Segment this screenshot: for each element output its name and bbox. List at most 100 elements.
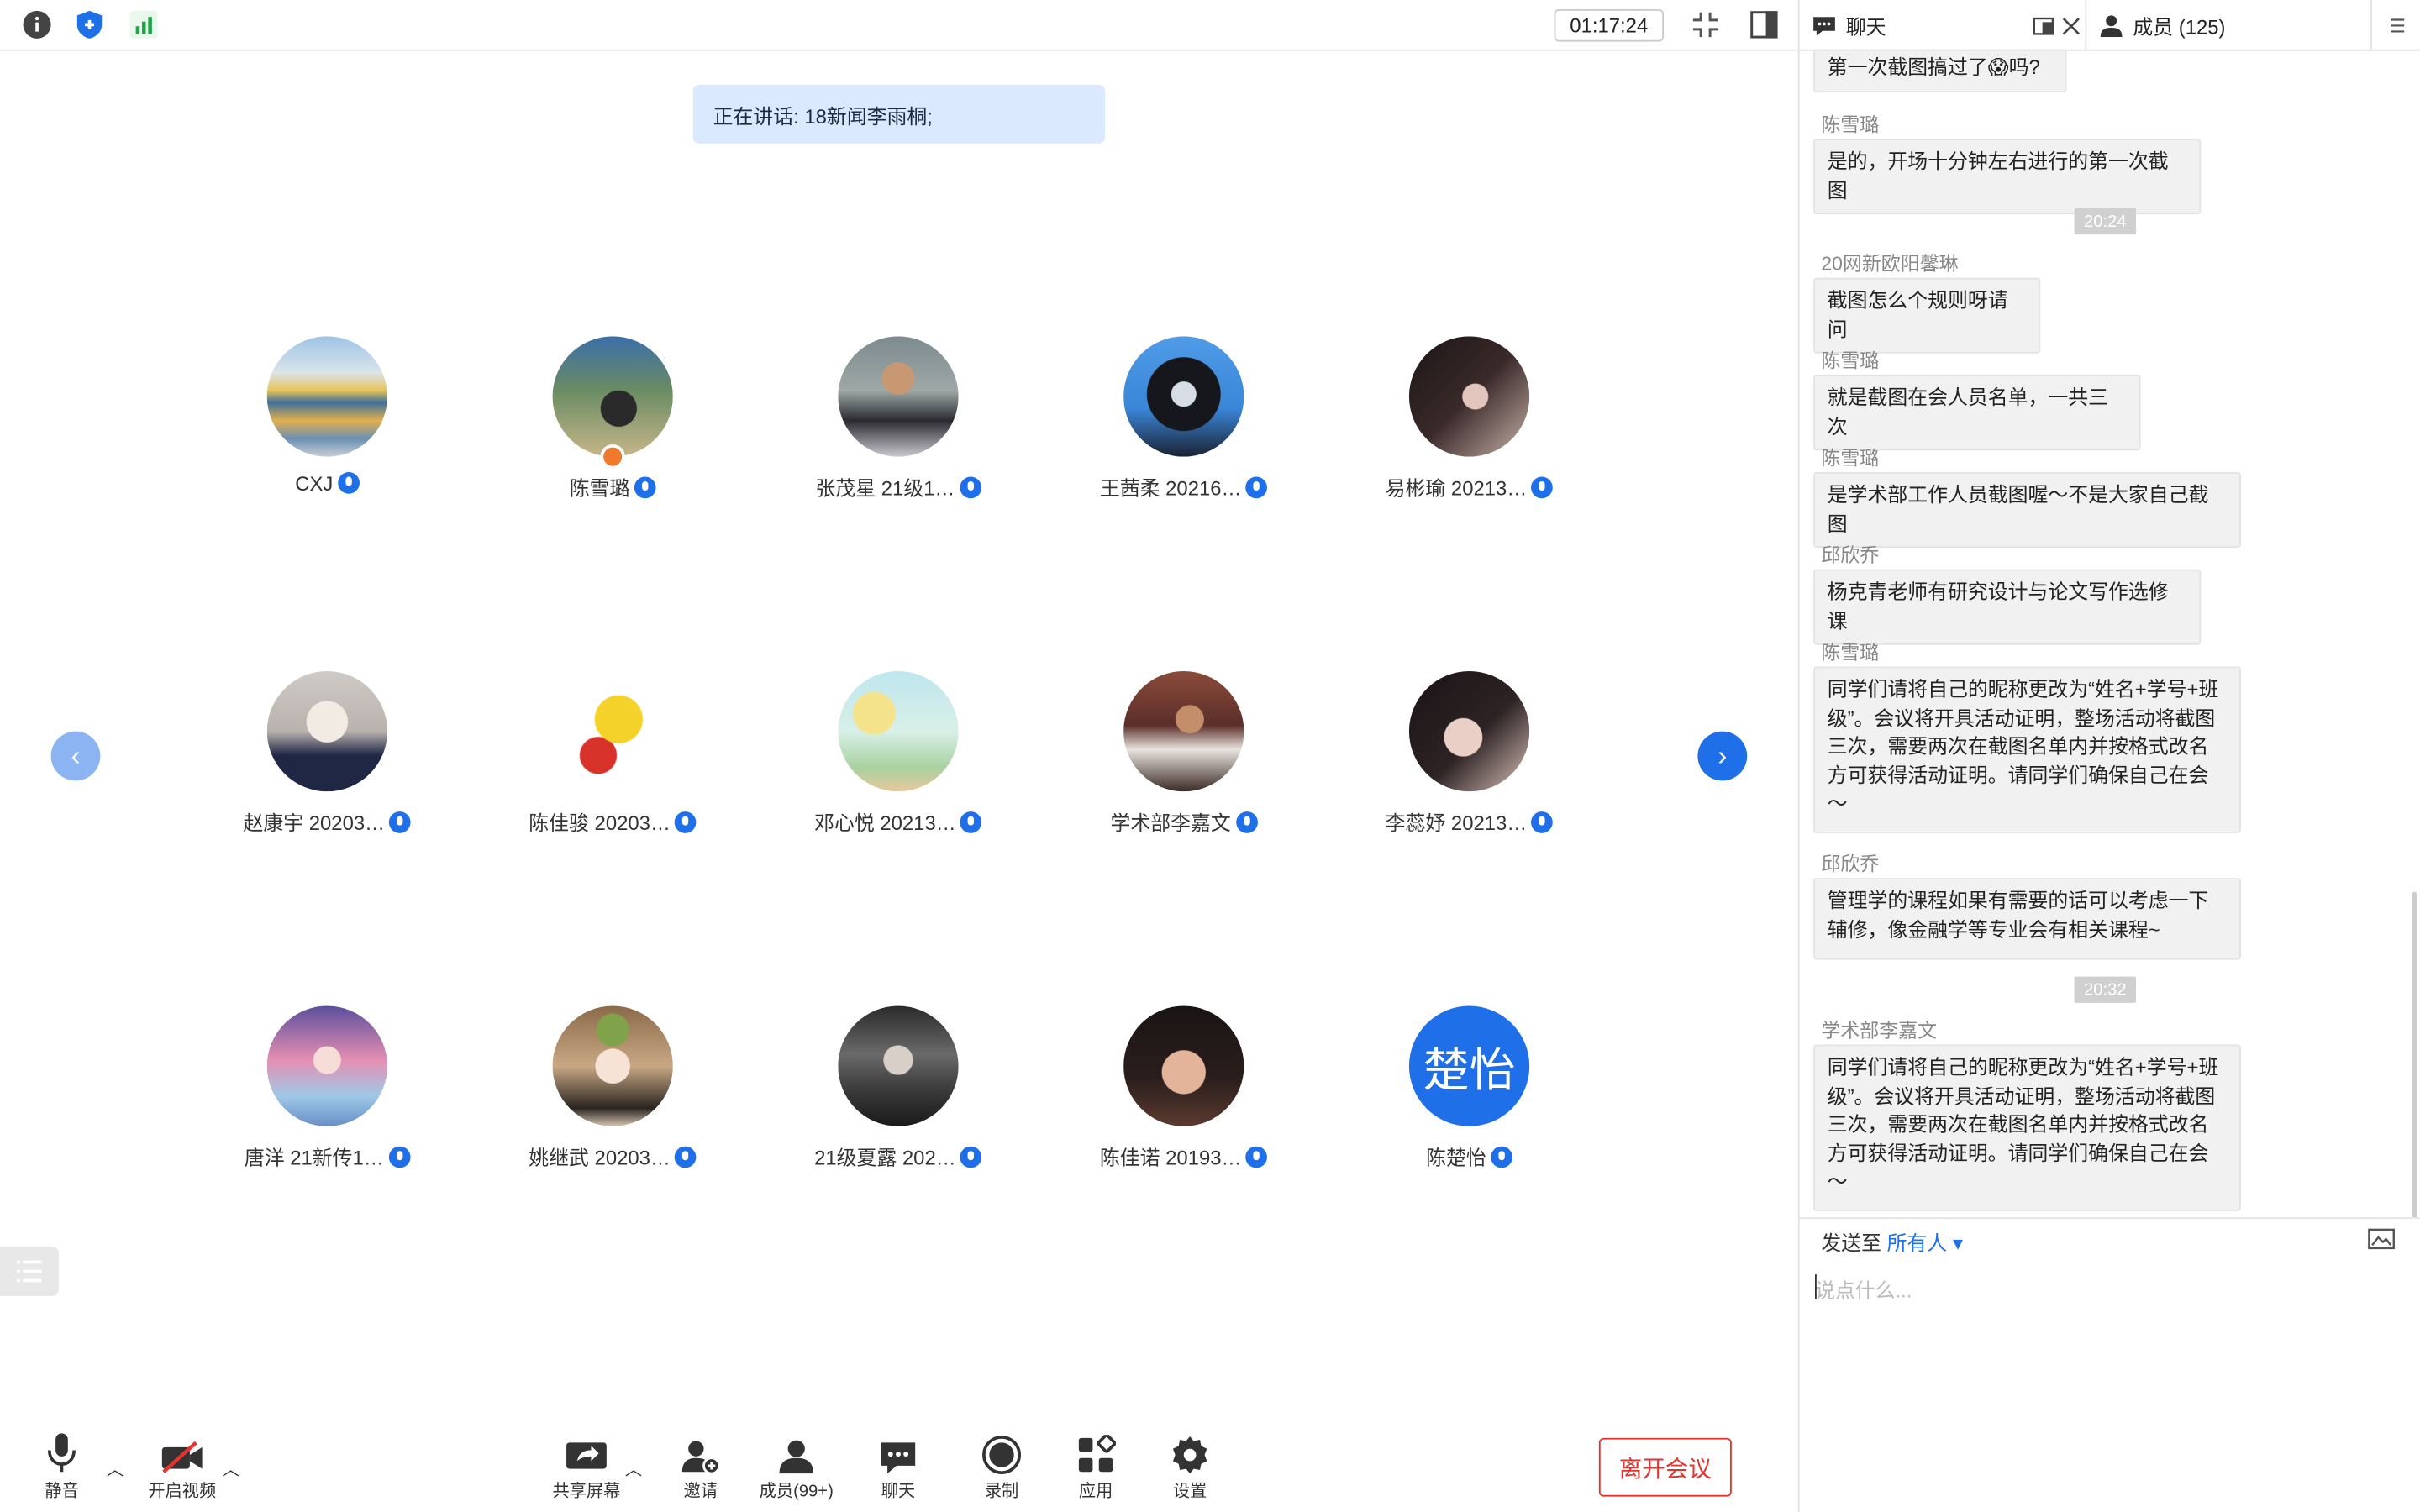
mic-icon [1531,811,1554,833]
tab-chat[interactable]: 聊天 [1812,0,1886,51]
avatar [1408,670,1530,792]
chat-sender: 陈雪璐 [1821,349,1880,372]
avatar [838,1005,959,1126]
participant-name: 王茜柔 20216… [1060,472,1307,501]
tab-divider [2085,0,2087,51]
layout-list-button[interactable] [0,1247,59,1296]
mic-icon [1491,1146,1512,1168]
participant-tile[interactable]: 21级夏露 202… [775,1005,1022,1207]
avatar [552,670,673,792]
chat-sender: 邱欣乔 [1821,544,1880,567]
chat-message: 第一次截图搞过了😱吗? [1813,50,2067,92]
participant-name: 陈佳骏 20203… [489,807,736,837]
chat-timestamp: 20:24 [2074,207,2137,235]
participant-name: 李蕊妤 20213… [1346,807,1593,837]
participant-tile[interactable]: 陈佳骏 20203… [489,670,736,872]
share-screen-icon [566,1442,607,1469]
popout-chat-icon[interactable] [2033,0,2054,51]
participant-name: 唐洋 21新传1… [203,1142,450,1171]
participant-tile[interactable]: 唐洋 21新传1… [203,1005,450,1207]
apps-button[interactable]: 应用 [1050,1431,1142,1502]
panel-menu-icon[interactable]: ☰ [2389,0,2406,51]
active-speaker-banner: 正在讲话: 18新闻李雨桐; [692,85,1106,144]
participant-name: 邓心悦 20213… [775,807,1022,837]
exit-fullscreen-icon[interactable] [1688,8,1722,41]
send-to-label: 发送至 所有人 ▾ [1821,1231,1963,1255]
tab-members[interactable]: 成员 (125) [2099,0,2226,51]
video-options-chevron-icon[interactable]: ︿ [222,1457,239,1481]
share-options-chevron-icon[interactable]: ︿ [625,1457,642,1481]
apps-grid-icon [1078,1435,1116,1473]
send-target-row: 发送至 所有人 ▾ [1799,1217,2420,1259]
network-signal-icon[interactable] [127,8,160,41]
share-screen-button[interactable]: 共享屏幕 [540,1431,633,1502]
mic-icon [675,811,697,833]
mic-icon [1235,811,1258,833]
participant-name: 21级夏露 202… [775,1142,1022,1171]
chat-message: 同学们请将自己的昵称更改为“姓名+学号+班级”。会议将开具活动证明，整场活动将截… [1813,1044,2241,1211]
avatar-initials: 楚怡 [1408,1005,1530,1126]
close-chat-icon[interactable] [2062,0,2081,51]
participant-tile[interactable]: 邓心悦 20213… [775,670,1022,872]
chat-message-input[interactable] [1814,1271,2402,1309]
mic-icon [634,476,656,499]
chat-sender: 学术部李嘉文 [1821,1020,1938,1042]
tab-divider [2370,0,2373,51]
chat-message: 是的，开场十分钟左右进行的第一次截图 [1813,139,2202,215]
meeting-main-area: 01:17:24 正在讲话: 18新闻李雨桐; CXJ 陈雪璐 张茂星 21级1… [0,0,1798,1512]
avatar [266,336,388,457]
participant-tile[interactable]: 姚继武 20203… [489,1005,736,1207]
microphone-icon [47,1433,76,1473]
chat-bubble-icon [881,1442,916,1474]
audio-options-chevron-icon[interactable]: ︿ [107,1457,124,1481]
camera-off-icon [161,1441,203,1473]
chat-button[interactable]: 聊天 [852,1431,944,1502]
screenshot-image-icon[interactable] [2368,1226,2396,1259]
prev-page-button[interactable]: ‹ [50,731,101,781]
participant-tile[interactable]: 王茜柔 20216… [1060,336,1307,537]
chat-sender: 20网新欧阳馨琳 [1821,253,1959,275]
settings-button[interactable]: 设置 [1144,1431,1236,1502]
chat-sender: 邱欣乔 [1821,853,1880,875]
info-icon[interactable] [20,8,54,41]
next-page-button[interactable]: › [1697,731,1748,781]
chat-message-list: 第一次截图搞过了😱吗? 陈雪璐 是的，开场十分钟左右进行的第一次截图 20:24… [1800,50,2420,1218]
avatar [552,336,673,457]
invite-button[interactable]: 邀请 [655,1431,747,1502]
participant-tile[interactable]: CXJ [203,336,450,537]
participant-tile[interactable]: 易彬瑜 20213… [1346,336,1593,537]
leave-meeting-button[interactable]: 离开会议 [1598,1437,1732,1497]
host-badge-icon [600,444,625,470]
participant-name: 易彬瑜 20213… [1346,472,1593,501]
toggle-sidebar-icon[interactable] [1747,8,1781,41]
participant-tile[interactable]: 楚怡 陈楚怡 [1346,1005,1593,1207]
chat-tab-icon [1813,16,1835,35]
start-video-button[interactable]: 开启视频 [136,1431,229,1502]
add-user-icon [681,1441,721,1475]
participant-tile[interactable]: 陈佳诺 20193… [1060,1005,1307,1207]
participant-tile[interactable]: 赵康宇 20203… [203,670,450,872]
record-button[interactable]: 录制 [955,1431,1048,1502]
mic-icon [1531,476,1554,499]
participant-tile[interactable]: 学术部李嘉文 [1060,670,1307,872]
participant-name: 姚继武 20203… [489,1142,736,1171]
participant-tile[interactable]: 张茂星 21级1… [775,336,1022,537]
participant-tile[interactable]: 陈雪璐 [489,336,736,537]
chat-message: 截图怎么个规则呀请问 [1813,277,2041,354]
chat-scrollbar[interactable] [2412,891,2417,1218]
avatar [1123,670,1244,792]
mic-icon [388,1146,410,1168]
list-icon [17,1260,42,1283]
mic-icon [1245,1146,1268,1168]
send-to-select[interactable]: 所有人 ▾ [1887,1231,1963,1255]
participant-tile[interactable]: 李蕊妤 20213… [1346,670,1593,872]
security-shield-icon[interactable] [72,8,106,41]
participant-name: 张茂星 21级1… [775,472,1022,501]
chat-message: 就是截图在会人员名单，一共三次 [1813,375,2141,451]
participant-name: 陈雪璐 [489,472,736,501]
chevron-left-icon: ‹ [71,739,81,771]
mic-icon [675,1146,697,1168]
members-button[interactable]: 成员(99+) [750,1431,843,1502]
avatar [1123,1005,1244,1126]
mute-button[interactable]: 静音 [15,1431,108,1502]
